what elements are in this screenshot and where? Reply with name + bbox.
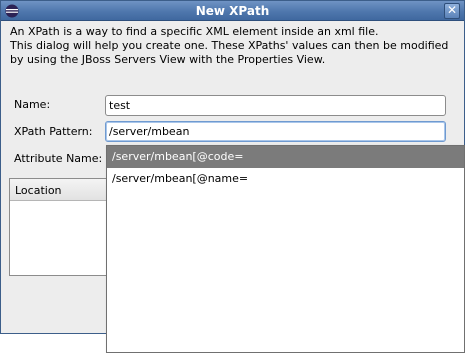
column-header-location[interactable]: Location xyxy=(10,179,112,201)
attribute-name-label: Attribute Name: xyxy=(14,152,103,165)
description-line: by using the JBoss Servers View with the… xyxy=(10,53,326,66)
description-line: This dialog will help you create one. Th… xyxy=(10,39,449,52)
location-table[interactable]: Location xyxy=(9,178,113,276)
autocomplete-item[interactable]: /server/mbean[@name= xyxy=(107,168,464,190)
xpath-pattern-label: XPath Pattern: xyxy=(14,125,93,138)
name-field[interactable]: test xyxy=(105,95,446,116)
title-bar[interactable]: New XPath ✕ xyxy=(1,1,464,21)
autocomplete-item[interactable]: /server/mbean[@code= xyxy=(107,146,464,168)
close-icon: ✕ xyxy=(446,3,458,17)
xpath-pattern-field[interactable]: /server/mbean xyxy=(105,121,446,142)
description-line: An XPath is a way to find a specific XML… xyxy=(10,25,379,38)
name-label: Name: xyxy=(14,98,51,111)
dialog-description: An XPath is a way to find a specific XML… xyxy=(10,25,460,67)
close-button[interactable]: ✕ xyxy=(444,3,460,19)
dialog-title: New XPath xyxy=(195,4,270,18)
autocomplete-popup[interactable]: /server/mbean[@code= /server/mbean[@name… xyxy=(106,145,465,353)
